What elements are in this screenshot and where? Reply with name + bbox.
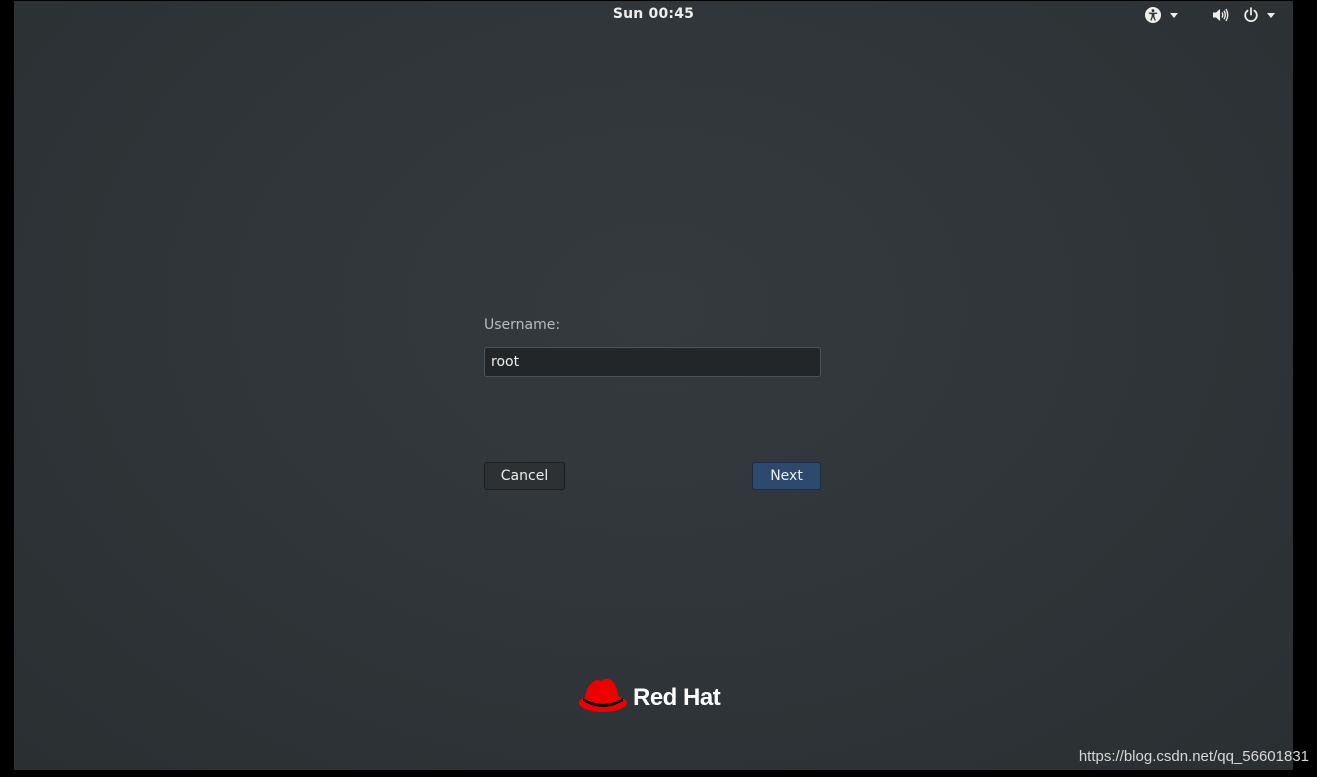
cancel-button[interactable]: Cancel — [484, 462, 565, 490]
top-bar: Sun 00:45 — [14, 1, 1293, 28]
username-field-wrapper — [484, 347, 821, 377]
logo-text: Red Hat — [633, 684, 721, 711]
accessibility-icon — [1144, 6, 1162, 24]
system-menu[interactable] — [1212, 5, 1275, 25]
watermark: https://blog.csdn.net/qq_56601831 — [1078, 748, 1309, 765]
chevron-down-icon — [1267, 12, 1275, 18]
chevron-down-icon — [1170, 12, 1178, 18]
clock[interactable]: Sun 00:45 — [613, 6, 694, 22]
username-input[interactable] — [484, 347, 821, 377]
username-label: Username: — [484, 317, 561, 333]
accessibility-menu[interactable] — [1144, 5, 1178, 25]
next-button[interactable]: Next — [752, 462, 821, 490]
login-form: Username: Cancel Next — [484, 317, 821, 490]
power-icon — [1243, 7, 1259, 23]
clock-container: Sun 00:45 — [14, 6, 1293, 22]
red-hat-logo: Red Hat — [577, 676, 721, 720]
login-screen: Sun 00:45 Username: root Cancel Next Red… — [14, 1, 1293, 770]
login-buttons: Cancel Next — [484, 462, 821, 490]
red-hat-fedora-icon — [577, 676, 629, 720]
volume-icon — [1212, 7, 1229, 23]
